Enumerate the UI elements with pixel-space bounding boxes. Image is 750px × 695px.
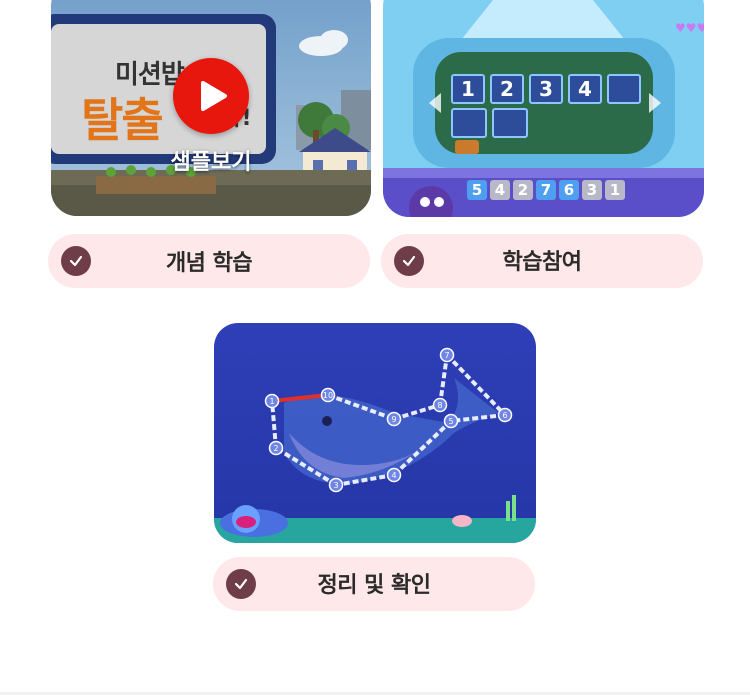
empty-tile bbox=[607, 74, 641, 104]
sample-view-label[interactable]: 샘플보기 bbox=[51, 144, 371, 176]
dot-point[interactable]: 5 bbox=[443, 413, 459, 429]
concept-thumbnail[interactable]: 미션밥 탈출 이야! 샘플보기 bbox=[51, 0, 371, 216]
participation-label: 학습참여 bbox=[502, 249, 582, 275]
review-label: 정리 및 확인 bbox=[317, 573, 431, 598]
svg-text:♥♥♥: ♥♥♥ bbox=[675, 21, 704, 35]
play-icon bbox=[201, 81, 227, 111]
dot-point[interactable]: 1 bbox=[264, 393, 280, 409]
lesson-card-concept: 미션밥 탈출 이야! 샘플보기 개념 학습 bbox=[48, 0, 373, 290]
review-thumbnail[interactable]: 1 2 3 4 5 6 7 8 9 10 bbox=[214, 323, 536, 543]
participation-thumbnail[interactable]: ♥♥♥ 1 2 3 4 5 4 2 7 6 3 1 bbox=[383, 0, 704, 217]
dot-number-label: 3 bbox=[333, 481, 338, 490]
dot-number-label: 6 bbox=[502, 411, 507, 420]
tray-tile: 4 bbox=[490, 180, 510, 200]
dot-point[interactable]: 2 bbox=[268, 440, 284, 456]
play-button[interactable] bbox=[173, 58, 249, 134]
concept-label: 개념 학습 bbox=[165, 251, 253, 276]
dot-number-label: 10 bbox=[323, 391, 333, 400]
concept-pill[interactable]: 개념 학습 bbox=[48, 234, 370, 288]
dot-point[interactable]: 6 bbox=[497, 407, 513, 423]
dot-number-label: 1 bbox=[269, 397, 274, 406]
tray-tile: 2 bbox=[513, 180, 533, 200]
number-tile: 3 bbox=[529, 74, 563, 104]
number-tile: 1 bbox=[451, 74, 485, 104]
lesson-card-review: 1 2 3 4 5 6 7 8 9 10 정리 및 확인 bbox=[213, 323, 538, 613]
tray-tile: 7 bbox=[536, 180, 556, 200]
tray-tile: 1 bbox=[605, 180, 625, 200]
thumb-title-big: 탈출 bbox=[81, 93, 164, 147]
dot-point[interactable]: 3 bbox=[328, 477, 344, 493]
dot-number-label: 8 bbox=[437, 401, 442, 410]
dot-point[interactable]: 7 bbox=[439, 347, 455, 363]
screen-number-grid: 1 2 3 4 bbox=[451, 74, 641, 138]
tray-tile: 6 bbox=[559, 180, 579, 200]
dot-point[interactable]: 8 bbox=[432, 397, 448, 413]
empty-tile bbox=[451, 108, 487, 138]
tray-number-row: 5 4 2 7 6 3 1 bbox=[467, 180, 625, 200]
dot-point[interactable]: 4 bbox=[386, 467, 402, 483]
dot-number-label: 4 bbox=[391, 471, 396, 480]
dot-number-label: 2 bbox=[273, 444, 278, 453]
lesson-card-participation: ♥♥♥ 1 2 3 4 5 4 2 7 6 3 1 학습참여 bbox=[381, 0, 706, 290]
empty-tile bbox=[492, 108, 528, 138]
dot-point[interactable]: 9 bbox=[386, 411, 402, 427]
review-pill[interactable]: 정리 및 확인 bbox=[213, 557, 535, 611]
number-tile: 2 bbox=[490, 74, 524, 104]
dot-number-label: 9 bbox=[391, 415, 396, 424]
tray-tile: 5 bbox=[467, 180, 487, 200]
tray-tile: 3 bbox=[582, 180, 602, 200]
dot-number-label: 5 bbox=[448, 417, 453, 426]
dot-number-label: 7 bbox=[444, 351, 449, 360]
dot-point[interactable]: 10 bbox=[320, 387, 336, 403]
number-tile: 4 bbox=[568, 74, 602, 104]
review-scene-image: 1 2 3 4 5 6 7 8 9 10 bbox=[214, 323, 536, 543]
participation-pill[interactable]: 학습참여 bbox=[381, 234, 703, 288]
